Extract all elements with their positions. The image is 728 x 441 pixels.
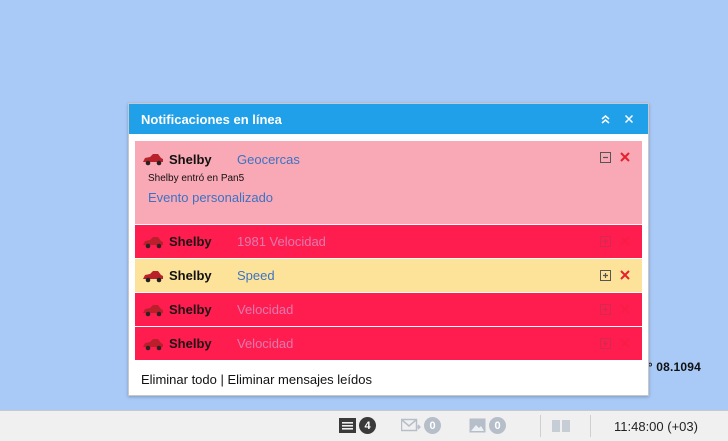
car-icon <box>143 154 163 166</box>
collapse-button[interactable] <box>596 110 614 128</box>
event-type: Velocidad <box>237 336 294 351</box>
event-type: 1981 Velocidad <box>237 234 326 249</box>
delete-item-button[interactable] <box>618 234 632 248</box>
panel-title: Notificaciones en línea <box>141 111 282 127</box>
delete-all-link[interactable]: Eliminar todo <box>141 372 217 387</box>
messages-button[interactable]: 0 <box>401 417 441 434</box>
close-icon <box>620 338 630 348</box>
car-icon <box>143 338 163 350</box>
unit-name: Shelby <box>169 151 212 167</box>
event-type: Geocercas <box>237 151 300 167</box>
event-type: Speed <box>237 268 275 283</box>
car-icon <box>143 270 163 282</box>
status-divider <box>540 415 541 437</box>
close-icon <box>620 152 630 162</box>
notifications-icon <box>339 418 356 433</box>
image-icon <box>469 418 486 433</box>
collapse-item-button[interactable] <box>598 150 612 164</box>
images-count-badge: 0 <box>489 417 506 434</box>
status-bar: 4 0 0 11:48:00 (+03) <box>0 410 728 441</box>
status-divider <box>590 415 591 437</box>
panel-layout-icon <box>552 420 570 432</box>
notification-item[interactable]: Shelby Geocercas Shelby entró en Pan5 Ev… <box>135 141 642 225</box>
unit-name: Shelby <box>169 336 212 351</box>
notification-list: Shelby Geocercas Shelby entró en Pan5 Ev… <box>135 141 642 361</box>
delete-item-button[interactable] <box>618 302 632 316</box>
notifications-button[interactable]: 4 <box>339 417 376 434</box>
minus-box-icon <box>599 151 611 163</box>
notification-item[interactable]: Shelby Velocidad <box>135 327 642 361</box>
images-button[interactable]: 0 <box>469 417 506 434</box>
car-icon <box>143 304 163 316</box>
event-type: Velocidad <box>237 302 294 317</box>
delete-item-button[interactable] <box>618 336 632 350</box>
expand-item-button[interactable] <box>598 336 612 350</box>
close-icon <box>624 114 634 124</box>
plus-box-icon <box>599 269 611 281</box>
delete-item-button[interactable] <box>618 268 632 282</box>
panel-footer: Eliminar todo | Eliminar mensajes leídos <box>141 372 372 387</box>
plus-box-icon <box>599 235 611 247</box>
expand-item-button[interactable] <box>598 268 612 282</box>
online-notifications-panel: Notificaciones en línea Shelby Geocercas <box>128 103 649 396</box>
custom-event-link[interactable]: Evento personalizado <box>148 190 642 217</box>
car-icon <box>143 236 163 248</box>
notification-item[interactable]: Shelby Speed <box>135 259 642 293</box>
clock: 11:48:00 (+03) <box>614 419 698 434</box>
envelope-icon <box>401 418 421 432</box>
unit-name: Shelby <box>169 302 212 317</box>
notification-item[interactable]: Shelby 1981 Velocidad <box>135 225 642 259</box>
delete-item-button[interactable] <box>618 150 632 164</box>
unit-name: Shelby <box>169 268 212 283</box>
double-chevron-up-icon <box>601 114 609 124</box>
footer-separator: | <box>216 372 228 387</box>
notifications-count-badge: 4 <box>359 417 376 434</box>
plus-box-icon <box>599 303 611 315</box>
layout-toggle-button[interactable] <box>552 420 570 432</box>
plus-box-icon <box>599 337 611 349</box>
expand-item-button[interactable] <box>598 302 612 316</box>
close-panel-button[interactable] <box>620 110 638 128</box>
close-icon <box>620 304 630 314</box>
messages-count-badge: 0 <box>424 417 441 434</box>
delete-read-link[interactable]: Eliminar mensajes leídos <box>227 372 372 387</box>
unit-name: Shelby <box>169 234 212 249</box>
expand-item-button[interactable] <box>598 234 612 248</box>
close-icon <box>620 236 630 246</box>
notification-item[interactable]: Shelby Velocidad <box>135 293 642 327</box>
close-icon <box>620 270 630 280</box>
panel-header: Notificaciones en línea <box>129 104 648 134</box>
